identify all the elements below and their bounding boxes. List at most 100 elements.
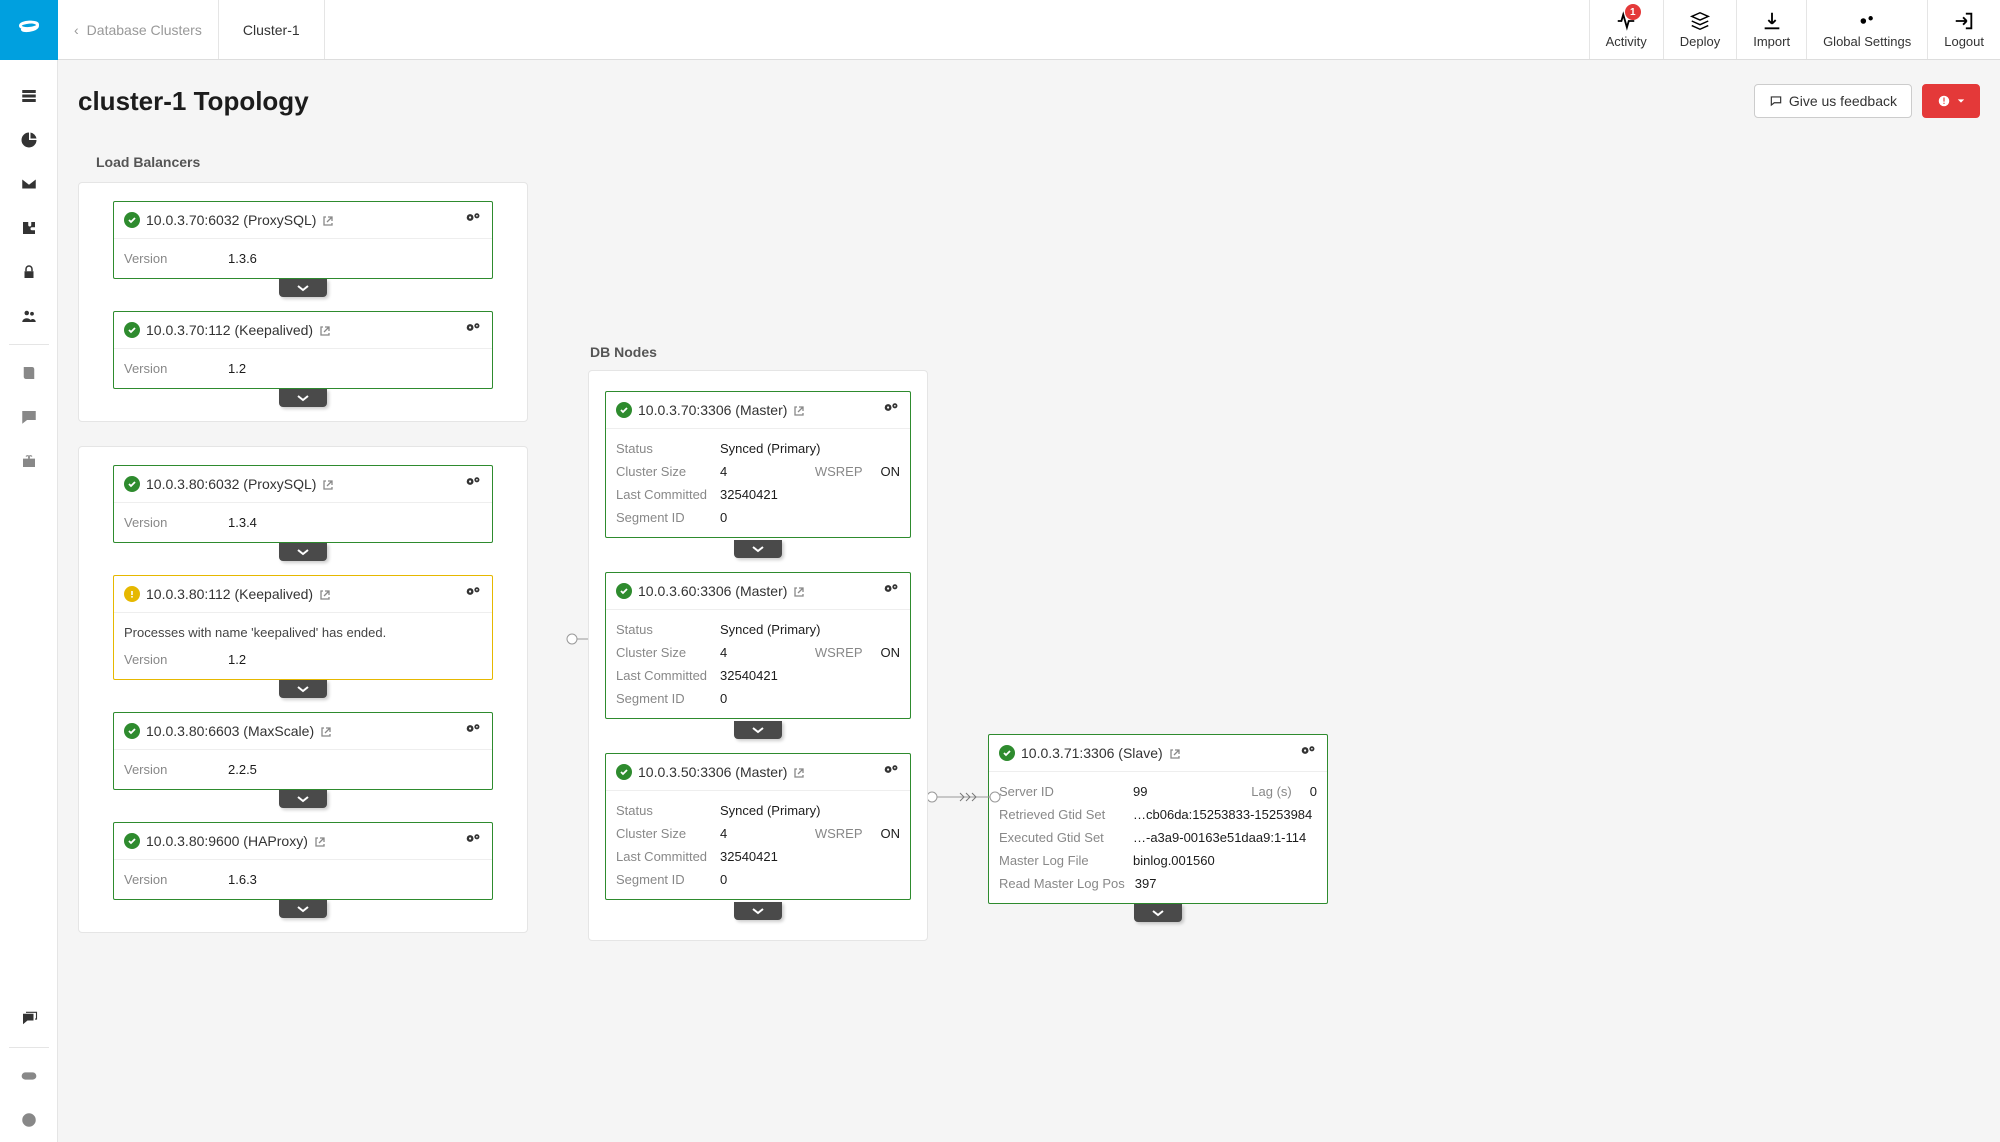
wsrep-label: WSREP — [815, 464, 863, 479]
deploy-button[interactable]: Deploy — [1663, 0, 1736, 59]
external-link-icon[interactable] — [793, 404, 805, 416]
sidebar-collapse-icon[interactable] — [0, 1098, 58, 1142]
left-sidebar — [0, 60, 58, 1142]
executed-gtid-value: …-a3a9-00163e51daa9:1-114 — [1133, 830, 1306, 845]
last-committed-label: Last Committed — [616, 668, 710, 683]
status-ok-icon — [616, 402, 632, 418]
status-ok-icon — [999, 745, 1015, 761]
feedback-button[interactable]: Give us feedback — [1754, 84, 1912, 118]
sidebar-toggle-icon[interactable] — [0, 1054, 58, 1098]
db-nodes-label: DB Nodes — [588, 344, 928, 360]
db-node-title: 10.0.3.60:3306 (Master) — [638, 583, 787, 599]
status-ok-icon — [124, 833, 140, 849]
global-settings-button[interactable]: Global Settings — [1806, 0, 1927, 59]
lb-node-title: 10.0.3.70:6032 (ProxySQL) — [146, 212, 316, 228]
sidebar-chart-icon[interactable] — [0, 118, 58, 162]
external-link-icon[interactable] — [322, 214, 334, 226]
status-label: Status — [616, 803, 710, 818]
alert-icon — [1937, 94, 1951, 108]
status-value: Synced (Primary) — [720, 803, 820, 818]
alert-dropdown-button[interactable] — [1922, 84, 1980, 118]
last-committed-value: 32540421 — [720, 849, 778, 864]
expand-toggle[interactable] — [279, 900, 327, 918]
lb-node-title: 10.0.3.70:112 (Keepalived) — [146, 322, 313, 338]
db-nodes-panel: 10.0.3.70:3306 (Master) StatusSynced (Pr… — [588, 370, 928, 941]
activity-badge: 1 — [1625, 4, 1641, 20]
expand-toggle[interactable] — [279, 790, 327, 808]
chevron-left-icon[interactable]: ‹ — [74, 22, 79, 38]
wsrep-value: ON — [881, 464, 901, 479]
caret-down-icon — [1957, 97, 1965, 105]
lb-node-card[interactable]: 10.0.3.70:6032 (ProxySQL) Version1.3.6 — [113, 201, 493, 279]
version-label: Version — [124, 872, 218, 887]
slave-node-card[interactable]: 10.0.3.71:3306 (Slave) Server ID99Lag (s… — [988, 734, 1328, 904]
sidebar-nodes-icon[interactable] — [0, 74, 58, 118]
import-button[interactable]: Import — [1736, 0, 1806, 59]
header-actions: 1 Activity Deploy Import Global Settings… — [1589, 0, 2000, 59]
node-gear-icon[interactable] — [883, 762, 900, 782]
comment-icon — [1769, 94, 1783, 108]
cluster-size-value: 4 — [720, 645, 727, 660]
breadcrumb-current: Cluster-1 — [219, 0, 325, 59]
expand-toggle[interactable] — [279, 680, 327, 698]
version-label: Version — [124, 762, 218, 777]
sidebar-book-icon[interactable] — [0, 351, 58, 395]
external-link-icon[interactable] — [314, 835, 326, 847]
node-gear-icon[interactable] — [883, 400, 900, 420]
lb-node-title: 10.0.3.80:9600 (HAProxy) — [146, 833, 308, 849]
node-gear-icon[interactable] — [465, 831, 482, 851]
version-value: 2.2.5 — [228, 762, 257, 777]
logo[interactable] — [0, 0, 58, 60]
node-gear-icon[interactable] — [465, 474, 482, 494]
node-gear-icon[interactable] — [465, 320, 482, 340]
external-link-icon[interactable] — [322, 478, 334, 490]
lb-node-card[interactable]: 10.0.3.80:6032 (ProxySQL) Version1.3.4 — [113, 465, 493, 543]
segment-id-value: 0 — [720, 691, 727, 706]
external-link-icon[interactable] — [1169, 747, 1181, 759]
sidebar-users-icon[interactable] — [0, 294, 58, 338]
server-id-label: Server ID — [999, 784, 1123, 799]
db-node-card[interactable]: 10.0.3.70:3306 (Master) StatusSynced (Pr… — [605, 391, 911, 538]
cluster-size-label: Cluster Size — [616, 826, 710, 841]
external-link-icon[interactable] — [793, 766, 805, 778]
sidebar-puzzle-icon[interactable] — [0, 206, 58, 250]
page-header: cluster-1 Topology Give us feedback — [78, 84, 1980, 118]
node-gear-icon[interactable] — [465, 721, 482, 741]
lb-node-card[interactable]: 10.0.3.80:9600 (HAProxy) Version 1.6.3 — [113, 822, 493, 900]
expand-toggle[interactable] — [734, 540, 782, 558]
external-link-icon[interactable] — [320, 725, 332, 737]
node-gear-icon[interactable] — [465, 210, 482, 230]
lb-node-card[interactable]: 10.0.3.70:112 (Keepalived) Version1.2 — [113, 311, 493, 389]
expand-toggle[interactable] — [279, 543, 327, 561]
sidebar-feedback-icon[interactable] — [0, 997, 58, 1041]
activity-button[interactable]: 1 Activity — [1589, 0, 1663, 59]
cluster-size-value: 4 — [720, 464, 727, 479]
external-link-icon[interactable] — [319, 324, 331, 336]
node-gear-icon[interactable] — [465, 584, 482, 604]
node-gear-icon[interactable] — [1300, 743, 1317, 763]
external-link-icon[interactable] — [319, 588, 331, 600]
breadcrumb-parent[interactable]: Database Clusters — [87, 22, 202, 38]
expand-toggle[interactable] — [279, 389, 327, 407]
sidebar-mail-icon[interactable] — [0, 162, 58, 206]
lb-node-card[interactable]: 10.0.3.80:112 (Keepalived) Processes wit… — [113, 575, 493, 680]
external-link-icon[interactable] — [793, 585, 805, 597]
logout-button[interactable]: Logout — [1927, 0, 2000, 59]
expand-toggle[interactable] — [734, 902, 782, 920]
db-node-card[interactable]: 10.0.3.50:3306 (Master) StatusSynced (Pr… — [605, 753, 911, 900]
version-label: Version — [124, 652, 218, 667]
lb-node-card[interactable]: 10.0.3.80:6603 (MaxScale) Version2.2.5 — [113, 712, 493, 790]
expand-toggle[interactable] — [734, 721, 782, 739]
node-gear-icon[interactable] — [883, 581, 900, 601]
lag-label: Lag (s) — [1251, 784, 1291, 799]
sidebar-lock-icon[interactable] — [0, 250, 58, 294]
expand-toggle[interactable] — [279, 279, 327, 297]
db-node-card[interactable]: 10.0.3.60:3306 (Master) StatusSynced (Pr… — [605, 572, 911, 719]
sidebar-chat-icon[interactable] — [0, 395, 58, 439]
expand-toggle[interactable] — [1134, 904, 1182, 922]
activity-label: Activity — [1606, 34, 1647, 49]
version-value: 1.2 — [228, 361, 246, 376]
version-value: 1.6.3 — [228, 872, 257, 887]
sidebar-gift-icon[interactable] — [0, 439, 58, 483]
master-log-file-value: binlog.001560 — [1133, 853, 1215, 868]
